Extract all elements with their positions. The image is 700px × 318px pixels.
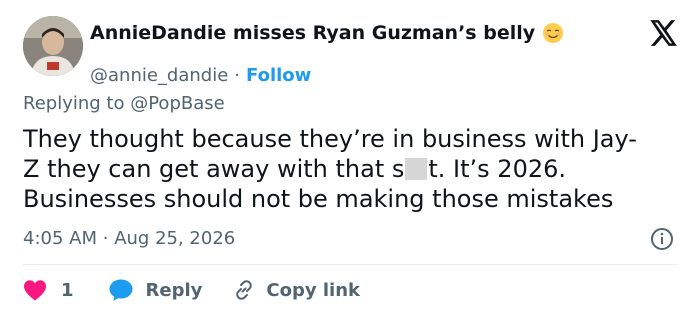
relieved-face-emoji-icon <box>542 22 564 44</box>
avatar-photo <box>23 16 83 76</box>
heart-icon <box>23 279 47 301</box>
tweet-line: Z they can get away with that s t. It’s 2… <box>23 154 683 184</box>
tweet-line-part: Z they can get away with that s <box>23 155 405 183</box>
handle-separator: · <box>234 64 241 86</box>
tweet-text: They thought because they’re in business… <box>23 124 683 214</box>
tweet-line: Businesses should not be making those mi… <box>23 185 614 213</box>
tweet-timestamp[interactable]: 4:05 AM · Aug 25, 2026 <box>23 228 235 249</box>
reply-context-prefix: Replying to <box>23 93 125 114</box>
tweet-line: They thought because they’re in business… <box>23 125 637 153</box>
reply-button[interactable]: Reply <box>108 278 203 302</box>
tweet-actions: 1 Reply Copy link <box>23 276 360 304</box>
copy-link-button[interactable]: Copy link <box>232 278 360 302</box>
author-name-row: AnnieDandie misses Ryan Guzman’s belly <box>90 21 564 45</box>
avatar[interactable] <box>23 16 83 76</box>
reply-mention-link[interactable]: @PopBase <box>130 93 224 114</box>
like-count: 1 <box>61 279 74 301</box>
tweet-header: AnnieDandie misses Ryan Guzman’s belly @… <box>23 16 683 86</box>
meta-separator: · <box>102 228 109 249</box>
author-handle[interactable]: @annie_dandie <box>90 65 228 86</box>
reply-label: Reply <box>145 279 203 301</box>
tweet-line-part: t. It’s 2026. <box>428 155 566 183</box>
tweet-date: Aug 25, 2026 <box>114 228 236 249</box>
copy-link-label: Copy link <box>266 279 360 301</box>
follow-button[interactable]: Follow <box>246 65 311 86</box>
info-icon[interactable] <box>650 227 674 251</box>
tweet-time: 4:05 AM <box>23 228 97 249</box>
author-handle-row: @annie_dandie · Follow <box>90 64 311 86</box>
author-display-name[interactable]: AnnieDandie misses Ryan Guzman’s belly <box>90 22 535 44</box>
like-button[interactable]: 1 <box>23 279 74 301</box>
reply-context: Replying to @PopBase <box>23 93 225 114</box>
reply-bubble-icon <box>108 278 134 302</box>
link-icon <box>232 278 256 302</box>
divider <box>23 264 677 265</box>
censor-block <box>405 158 428 180</box>
x-logo-icon[interactable] <box>650 20 678 46</box>
